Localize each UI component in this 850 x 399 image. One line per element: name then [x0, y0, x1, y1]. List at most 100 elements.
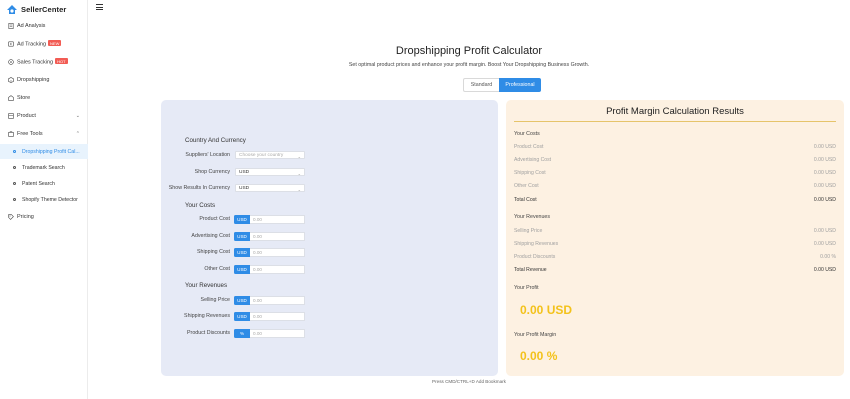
- currency-unit: USD: [234, 215, 250, 224]
- result-row: Product Discounts 0.00 %: [514, 254, 836, 262]
- sidebar-item-label: Dropshipping: [17, 77, 50, 83]
- document-icon: [8, 23, 14, 29]
- new-badge: NEW: [48, 40, 62, 47]
- section-title-revenues: Your Revenues: [185, 282, 228, 289]
- bookmark-hint: Press CMD/CTRL+D Add Bookmark: [432, 379, 506, 384]
- page-title: Dropshipping Profit Calculator: [395, 45, 543, 57]
- total-cost-label: Total Cost: [514, 197, 537, 203]
- profit-label: Your Profit: [514, 285, 539, 291]
- section-title-costs: Your Costs: [185, 202, 216, 209]
- sidebar-subitem-label: Trademark Search: [22, 164, 65, 171]
- results-section-costs: Your Costs: [514, 131, 540, 137]
- result-label: Advertising Cost: [514, 157, 552, 163]
- sidebar-subitem-theme-detector[interactable]: Shopify Theme Detector: [0, 192, 88, 207]
- professional-mode-button[interactable]: Professional: [499, 78, 541, 92]
- profit-value: 0.00 USD: [520, 303, 573, 317]
- result-row: Other Cost 0.00 USD: [514, 183, 836, 191]
- store-icon: [8, 95, 14, 101]
- sidebar-item-store[interactable]: Store: [0, 91, 88, 105]
- shipping-revenues-input-group: USD 0.00: [234, 312, 305, 321]
- sidebar-item-label: Pricing: [17, 214, 34, 220]
- sidebar-item-dropshipping[interactable]: Dropshipping: [0, 73, 88, 87]
- chart-icon: [8, 59, 14, 65]
- bullet-icon: [13, 182, 16, 185]
- sidebar: SellerCenter Ad Analysis Ad Tracking NEW …: [0, 0, 88, 399]
- select-value: USD: [239, 185, 250, 191]
- advertising-cost-input-group: USD 0.00: [234, 232, 305, 241]
- sidebar-item-label: Sales Tracking: [17, 59, 54, 66]
- currency-unit: USD: [234, 265, 250, 274]
- product-discounts-label: Product Discounts: [187, 330, 230, 336]
- sidebar-item-label: Product: [17, 113, 36, 119]
- app-name: SellerCenter: [21, 4, 67, 14]
- total-revenue-row: Total Revenue 0.00 USD: [514, 267, 836, 275]
- other-cost-input[interactable]: 0.00: [250, 265, 305, 274]
- currency-unit: USD: [234, 312, 250, 321]
- selling-price-input[interactable]: 0.00: [250, 296, 305, 305]
- standard-mode-button[interactable]: Standard: [463, 78, 499, 92]
- result-value: 0.00 USD: [813, 228, 836, 234]
- advertising-cost-input[interactable]: 0.00: [250, 232, 305, 241]
- result-row: Selling Price 0.00 USD: [514, 228, 836, 236]
- result-label: Selling Price: [514, 228, 543, 234]
- result-row: Shipping Cost 0.00 USD: [514, 170, 836, 178]
- total-cost-value: 0.00 USD: [813, 197, 836, 203]
- sidebar-item-free-tools[interactable]: Free Tools ⌃: [0, 127, 88, 141]
- menu-toggle-icon[interactable]: [96, 4, 103, 10]
- bullet-icon: [13, 166, 16, 169]
- sidebar-item-product[interactable]: Product ⌄: [0, 109, 88, 123]
- product-icon: [8, 113, 14, 119]
- mode-toggle: Standard Professional: [463, 78, 541, 92]
- sidebar-item-pricing[interactable]: Pricing: [0, 210, 88, 224]
- sidebar-item-ad-analysis[interactable]: Ad Analysis: [0, 19, 88, 33]
- chevron-down-icon: ⌄: [297, 153, 301, 159]
- sidebar-subitem-label: Patent Search: [22, 180, 55, 187]
- other-cost-input-group: USD 0.00: [234, 265, 305, 274]
- target-icon: [8, 41, 14, 47]
- result-row: Product Cost 0.00 USD: [514, 144, 836, 152]
- chevron-down-icon: ⌄: [75, 113, 80, 119]
- result-row: Advertising Cost 0.00 USD: [514, 157, 836, 165]
- suppliers-location-select[interactable]: Choose your country ⌄: [235, 151, 305, 159]
- result-value: 0.00 USD: [813, 183, 836, 189]
- result-label: Shipping Revenues: [514, 241, 559, 247]
- result-value: 0.00 USD: [813, 241, 836, 247]
- show-results-currency-select[interactable]: USD ⌄: [235, 184, 305, 192]
- shipping-revenues-label: Shipping Revenues: [184, 313, 230, 319]
- calculator-form-panel: Country And Currency Suppliers' Location…: [161, 100, 498, 376]
- result-row: Shipping Revenues 0.00 USD: [514, 241, 836, 249]
- product-discounts-input[interactable]: 0.00: [250, 329, 305, 338]
- chevron-down-icon: ⌄: [297, 186, 301, 192]
- total-cost-row: Total Cost 0.00 USD: [514, 197, 836, 205]
- sidebar-subitem-label: Shopify Theme Detector: [22, 196, 78, 203]
- sidebar-subitem-trademark-search[interactable]: Trademark Search: [0, 160, 88, 175]
- result-label: Shipping Cost: [514, 170, 546, 176]
- selling-price-label: Selling Price: [200, 297, 230, 303]
- result-value: 0.00 %: [820, 254, 836, 260]
- results-title: Profit Margin Calculation Results: [514, 106, 836, 122]
- results-panel: Profit Margin Calculation Results Your C…: [506, 100, 844, 376]
- shipping-cost-input[interactable]: 0.00: [250, 248, 305, 257]
- product-cost-input[interactable]: 0.00: [250, 215, 305, 224]
- sidebar-item-label: Store: [17, 95, 31, 101]
- tools-icon: [8, 131, 14, 137]
- shop-currency-select[interactable]: USD ⌄: [235, 168, 305, 176]
- result-label: Product Discounts: [514, 254, 556, 260]
- sidebar-item-sales-tracking[interactable]: Sales Tracking HOT: [0, 55, 88, 69]
- total-revenue-label: Total Revenue: [514, 267, 547, 273]
- bullet-icon: [13, 198, 16, 201]
- result-label: Other Cost: [514, 183, 539, 189]
- sidebar-subitem-patent-search[interactable]: Patent Search: [0, 176, 88, 191]
- profit-margin-value: 0.00 %: [520, 349, 558, 363]
- sidebar-item-ad-tracking[interactable]: Ad Tracking NEW: [0, 37, 88, 51]
- select-placeholder: Choose your country: [239, 152, 284, 158]
- suppliers-location-label: Suppliers' Location: [185, 152, 230, 158]
- sidebar-subitem-profit-calculator[interactable]: Dropshipping Profit Cal...: [0, 144, 88, 159]
- logo[interactable]: SellerCenter: [6, 2, 66, 16]
- profit-margin-label: Your Profit Margin: [514, 332, 557, 338]
- bullet-icon: [13, 150, 16, 153]
- product-cost-label: Product Cost: [199, 216, 230, 222]
- select-value: USD: [239, 169, 250, 175]
- shipping-revenues-input[interactable]: 0.00: [250, 312, 305, 321]
- result-label: Product Cost: [514, 144, 544, 150]
